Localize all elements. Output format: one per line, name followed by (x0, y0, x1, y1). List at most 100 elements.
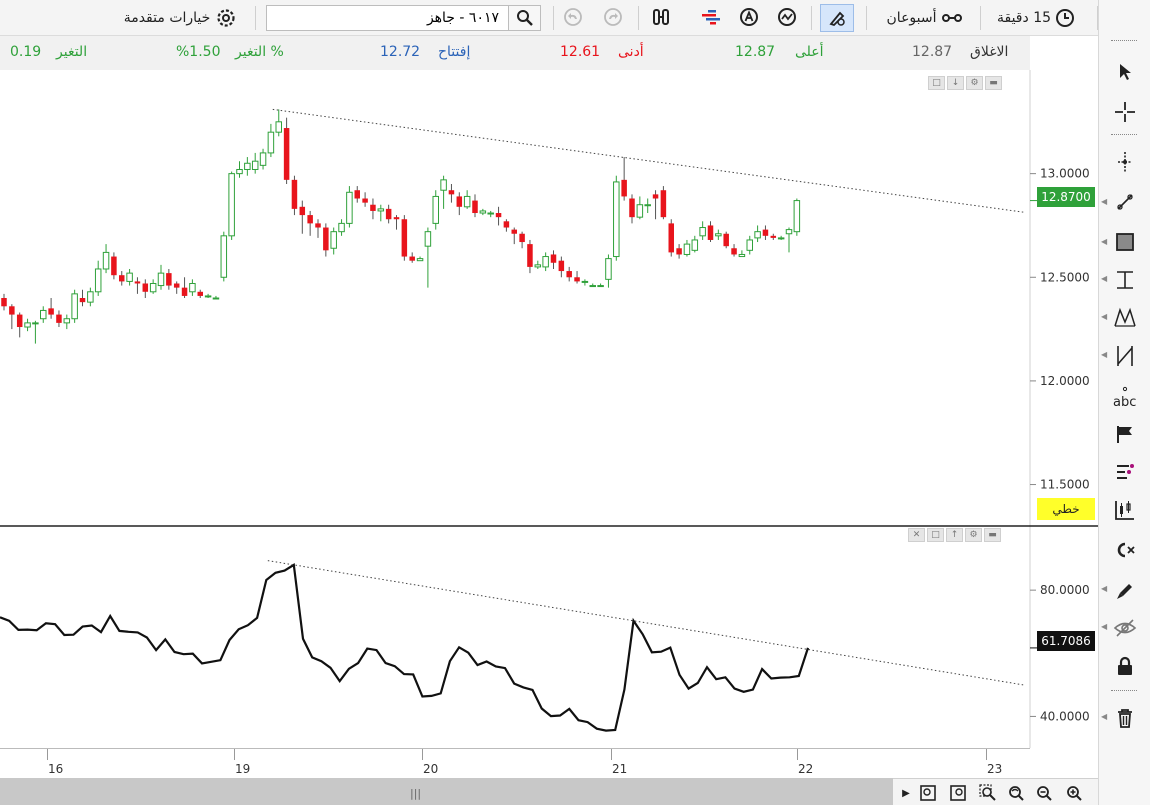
candle (94, 260, 102, 296)
y-tick-label: 12.0000 (1040, 374, 1090, 388)
play-icon[interactable]: ▶ (895, 782, 917, 804)
candle (707, 221, 714, 243)
panel-maximize-icon[interactable]: □ (927, 528, 944, 542)
indicator-list-icon[interactable] (1111, 458, 1139, 486)
zoom-area-icon[interactable] (977, 782, 999, 804)
candle (56, 310, 62, 328)
y-tick-label: 12.5000 (1040, 270, 1090, 284)
candle (40, 306, 47, 323)
candle (770, 233, 777, 240)
magnet-brush-icon[interactable] (1111, 576, 1139, 604)
candle (236, 161, 243, 178)
x-axis: 16 19 20 21 22 23 (0, 748, 1098, 778)
vertical-line-tool-icon[interactable] (1111, 148, 1139, 176)
svg-text:abc: abc (1113, 395, 1136, 410)
candle (416, 256, 424, 262)
x-tick (611, 748, 612, 760)
candle (668, 219, 674, 257)
price-chart[interactable]: 13.0000 12.5000 12.0000 11.5000 (0, 70, 1098, 527)
last-price-tag: 12.8700 (1037, 187, 1095, 207)
horizontal-scrollbar[interactable]: ||| (0, 778, 893, 805)
trash-icon[interactable] (1111, 704, 1139, 732)
panel-more-icon[interactable]: ▬ (984, 528, 1001, 542)
candle (299, 200, 306, 234)
pointer-tool-icon[interactable] (1111, 58, 1139, 86)
candle (189, 279, 196, 296)
main-panel-controls: □ ↓ ⚙ ▬ (928, 76, 1002, 90)
fit-right-icon[interactable] (947, 782, 969, 804)
candle (432, 190, 439, 230)
panel-more-icon[interactable]: ▬ (985, 76, 1002, 90)
oscillator-trend-line[interactable] (267, 560, 1025, 686)
text-tool-icon[interactable]: abc (1111, 384, 1139, 412)
search-button[interactable] (508, 6, 540, 30)
zoom-out-icon[interactable] (1033, 782, 1055, 804)
crosshair-tool-icon[interactable] (1111, 98, 1139, 126)
zoom-in-icon[interactable] (1063, 782, 1085, 804)
zoom-reset-icon[interactable] (1005, 782, 1027, 804)
advanced-options-button[interactable]: خيارات متقدمة (112, 4, 248, 32)
lock-drawings-icon[interactable] (1111, 652, 1139, 680)
bars-button[interactable] (698, 4, 724, 30)
x-tick-label: 16 (48, 762, 64, 776)
symbol-search (266, 5, 541, 31)
panel-up-icon[interactable]: ↑ (946, 528, 963, 542)
candle (401, 215, 408, 261)
candle (605, 254, 612, 288)
candle (385, 204, 392, 224)
candle (597, 283, 604, 288)
candle (574, 271, 580, 284)
candle (519, 231, 525, 249)
flag-tool-icon[interactable] (1111, 420, 1139, 448)
undo-button[interactable] (560, 4, 586, 30)
redo-button[interactable] (600, 4, 626, 30)
symbol-input[interactable] (267, 6, 507, 30)
low-label: أدنى (618, 44, 644, 60)
bars-icon (700, 8, 722, 26)
drawing-toolbar: ◀ ◀ ◀ ◀ ◀ abc ◀ ◀ ◀ (1098, 0, 1150, 805)
channel-tool-icon[interactable] (1111, 342, 1139, 370)
candle (63, 314, 71, 330)
trendline-tool-icon[interactable] (1111, 188, 1139, 216)
measure-tool-icon[interactable] (1111, 266, 1139, 294)
candle (448, 184, 455, 203)
trend-line[interactable] (272, 108, 1025, 213)
wave-button[interactable] (774, 4, 800, 30)
panel-settings-icon[interactable]: ⚙ (965, 528, 982, 542)
scale-mode-tag[interactable]: خطي (1037, 498, 1095, 520)
x-tick (234, 748, 235, 760)
compare-button[interactable] (648, 4, 674, 30)
x-tick-label: 22 (798, 762, 814, 776)
fit-left-icon[interactable] (917, 782, 939, 804)
draw-cursor-button[interactable] (820, 4, 854, 32)
a-circle-button[interactable] (736, 4, 762, 30)
panel-maximize-icon[interactable]: □ (928, 76, 945, 90)
candle (754, 225, 761, 243)
candle (48, 298, 54, 319)
candle (715, 229, 722, 240)
panel-close-icon[interactable]: ✕ (908, 528, 925, 542)
rectangle-tool-icon[interactable] (1111, 228, 1139, 256)
candle (644, 198, 651, 214)
candle-style-icon[interactable] (1111, 496, 1139, 524)
osc-panel-controls: ✕ □ ↑ ⚙ ▬ (908, 528, 1001, 542)
candle (181, 277, 188, 298)
x-tick-label: 21 (612, 762, 628, 776)
hide-drawings-icon[interactable] (1111, 614, 1139, 642)
candle (79, 289, 86, 307)
wave-icon (777, 7, 797, 27)
scroll-grip-icon[interactable]: ||| (410, 787, 421, 800)
oscillator-chart[interactable]: 80.0000 40.0000 (0, 527, 1098, 748)
clear-drawings-icon[interactable] (1111, 536, 1139, 564)
panel-settings-icon[interactable]: ⚙ (966, 76, 983, 90)
interval-selector[interactable]: 15 دقيقة (985, 4, 1087, 32)
candle (370, 198, 376, 220)
close-value: 12.87 (912, 44, 953, 60)
advanced-options-label: خيارات متقدمة (123, 10, 211, 26)
candle (111, 252, 117, 280)
range-selector[interactable]: أسبوعان (873, 4, 975, 32)
y-tick-label: 11.5000 (1040, 478, 1090, 492)
panel-down-icon[interactable]: ↓ (947, 76, 964, 90)
candle (173, 281, 180, 294)
pattern-tool-icon[interactable] (1111, 304, 1139, 332)
